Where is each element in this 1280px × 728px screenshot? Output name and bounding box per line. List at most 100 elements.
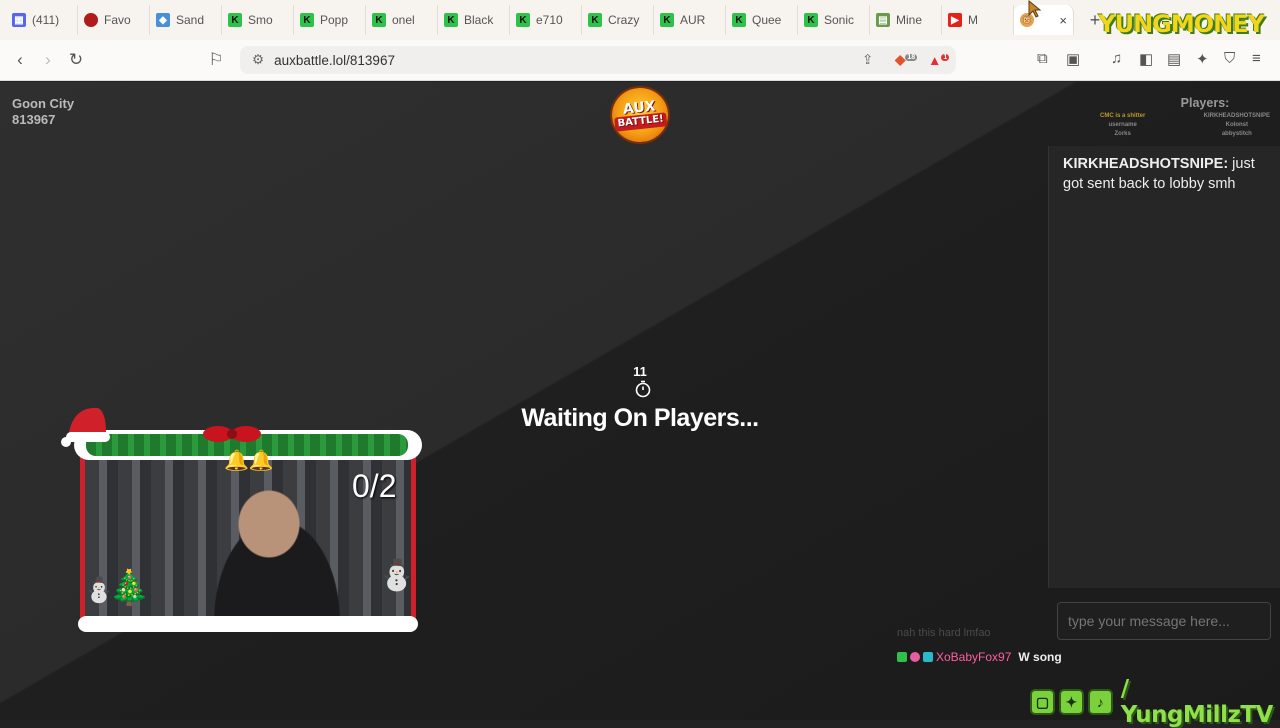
- kick-icon: K: [804, 13, 818, 27]
- tab-label: Black: [464, 13, 494, 27]
- brave-badge: 18: [905, 53, 918, 61]
- aux-battle-logo[interactable]: AUX BATTLE!: [607, 83, 673, 147]
- stream-chat-line: XoBabyFox97 W song: [897, 650, 1062, 664]
- twitch-icon: ▢: [1030, 689, 1055, 715]
- logo-line-2: BATTLE!: [614, 112, 668, 132]
- tab-label: Quee: [752, 13, 782, 27]
- chat-message: KIRKHEADSHOTSNIPE: just got sent back to…: [1049, 146, 1280, 202]
- players-list: CMC is a shitter username Zorks KIRKHEAD…: [1100, 112, 1270, 139]
- wallet-icon[interactable]: ▤: [1167, 50, 1181, 68]
- game-page: Goon City 813967 AUX BATTLE! Players: CM…: [0, 82, 1280, 728]
- kick-icon: K: [732, 13, 746, 27]
- tab-label: Sonic: [824, 13, 855, 27]
- snow-bottom-decoration: [78, 616, 418, 632]
- snowman-icon: ⛄: [84, 577, 114, 604]
- tab-bar: ▦ (411) Favo ◆ Sand K Smo K Popp Konel K Black Ke710…: [0, 0, 1280, 40]
- og-badge-icon: [923, 652, 933, 662]
- tab-5[interactable]: Konel: [366, 5, 438, 35]
- tab-8[interactable]: K Crazy: [582, 5, 654, 35]
- brave-shields-icon[interactable]: ◆ 18: [895, 52, 918, 68]
- room-info: Goon City 813967: [12, 96, 74, 128]
- tab-label: Crazy: [608, 13, 640, 27]
- tab-label: (411): [32, 13, 60, 27]
- webcam-overlay: 🔔🔔 0/2 🎄 ⛄ ⛄: [52, 398, 426, 634]
- reload-button[interactable]: ↻: [62, 50, 90, 70]
- sidebar-icon[interactable]: ◧: [1139, 50, 1153, 68]
- music-icon[interactable]: ♫: [1111, 50, 1122, 67]
- tab-active[interactable]: 🐵 ×: [1014, 5, 1074, 35]
- tab-10[interactable]: K Quee: [726, 5, 798, 35]
- kick-icon: K: [444, 13, 458, 27]
- yungmoney-overlay-logo: YUNGMONEY: [1098, 10, 1265, 38]
- kick-icon: K: [228, 13, 242, 27]
- tab-7[interactable]: Ke710: [510, 5, 582, 35]
- url-text: auxbattle.lol/813967: [274, 52, 395, 68]
- back-button[interactable]: ‹: [6, 50, 34, 70]
- rewards-badge: 1: [941, 54, 950, 61]
- share-icon[interactable]: ⇪: [862, 52, 873, 68]
- christmas-tree-icon: 🎄: [108, 569, 151, 607]
- reader-icon[interactable]: ▣: [1066, 50, 1080, 68]
- kick-icon: K: [372, 13, 386, 27]
- chat-input[interactable]: [1057, 602, 1271, 640]
- social-handle: / YungMillzTV: [1120, 676, 1274, 728]
- extensions-icon[interactable]: ⧉: [1037, 50, 1048, 67]
- tab-strip: ▦ (411) Favo ◆ Sand K Smo K Popp Konel K Black Ke710…: [6, 5, 1014, 35]
- tab-13[interactable]: ▶ M: [942, 5, 1014, 35]
- waiting-status: Waiting On Players...: [521, 404, 759, 432]
- stream-chat-username: XoBabyFox97: [936, 650, 1012, 664]
- players-column-right: KIRKHEADSHOTSNIPE Kolonst abbystitch: [1204, 112, 1270, 139]
- player-name: KIRKHEADSHOTSNIPE: [1203, 113, 1270, 119]
- forward-button[interactable]: ›: [34, 50, 62, 70]
- brave-rewards-icon[interactable]: ▲ 1: [928, 53, 950, 68]
- subscriber-badge-icon: [910, 652, 920, 662]
- tab-0[interactable]: ▦ (411): [6, 5, 78, 35]
- tab-11[interactable]: K Sonic: [798, 5, 870, 35]
- vpn-icon[interactable]: ⛉: [1224, 50, 1235, 67]
- navigation-bar: ‹ › ↻ ⚐ ⚙ auxbattle.lol/813967 ⇪ ◆ 18 ▲ 1 …: [0, 40, 1280, 81]
- player-name: CMC is a shitter: [1100, 113, 1146, 119]
- docs-icon: ▤: [876, 13, 890, 27]
- room-code: 813967: [12, 112, 56, 127]
- address-bar[interactable]: ⚙ auxbattle.lol/813967 ⇪ ◆ 18 ▲ 1: [240, 46, 956, 74]
- kick-icon: K: [516, 13, 530, 27]
- tab-9[interactable]: K AUR: [654, 5, 726, 35]
- tab-label: Popp: [320, 13, 349, 27]
- kick-badge-icon: [897, 652, 907, 662]
- players-panel: Players: CMC is a shitter username Zorks…: [1100, 96, 1270, 139]
- tab-1[interactable]: Favo: [78, 5, 150, 35]
- tab-2[interactable]: ◆ Sand: [150, 5, 222, 35]
- chat-panel: KIRKHEADSHOTSNIPE: just got sent back to…: [1048, 146, 1280, 588]
- player-name: Zorks: [1114, 131, 1131, 137]
- chat-message-user: KIRKHEADSHOTSNIPE:: [1063, 156, 1229, 172]
- kick-icon: K: [300, 13, 314, 27]
- tab-6[interactable]: K Black: [438, 5, 510, 35]
- streamer-figure: [205, 479, 365, 619]
- mouse-cursor-icon: [1028, 0, 1042, 18]
- youtube-icon: ▶: [948, 13, 962, 27]
- player-name: abbystitch: [1221, 131, 1252, 137]
- stream-chat-message: W song: [1018, 650, 1062, 664]
- leo-ai-icon[interactable]: ✦: [1196, 50, 1209, 68]
- menu-icon[interactable]: ≡: [1252, 50, 1261, 67]
- player-name: Kolonst: [1225, 122, 1248, 128]
- discord-icon: ▦: [12, 13, 26, 27]
- site-settings-icon[interactable]: ⚙: [252, 52, 264, 68]
- twitter-icon: ✦: [1058, 689, 1084, 715]
- tab-12[interactable]: ▤ Mine: [870, 5, 942, 35]
- tab-label: Smo: [248, 13, 273, 27]
- tab-label: AUR: [680, 13, 706, 27]
- kick-icon: K: [660, 13, 674, 27]
- social-handles-overlay: ▢ ✦ ♪ / YungMillzTV: [1030, 676, 1280, 728]
- bookmark-icon[interactable]: ⚐: [202, 50, 230, 70]
- record-icon: [84, 13, 98, 27]
- webcam-counter: 0/2: [352, 468, 397, 504]
- close-tab-icon[interactable]: ×: [1059, 13, 1067, 28]
- tiktok-icon: ♪: [1087, 689, 1113, 715]
- players-column-left: CMC is a shitter username Zorks: [1100, 112, 1145, 139]
- tab-3[interactable]: K Smo: [222, 5, 294, 35]
- tab-label: e710: [536, 13, 563, 27]
- tab-4[interactable]: K Popp: [294, 5, 366, 35]
- red-bow-icon: [203, 426, 261, 442]
- countdown-timer: 11: [633, 364, 647, 379]
